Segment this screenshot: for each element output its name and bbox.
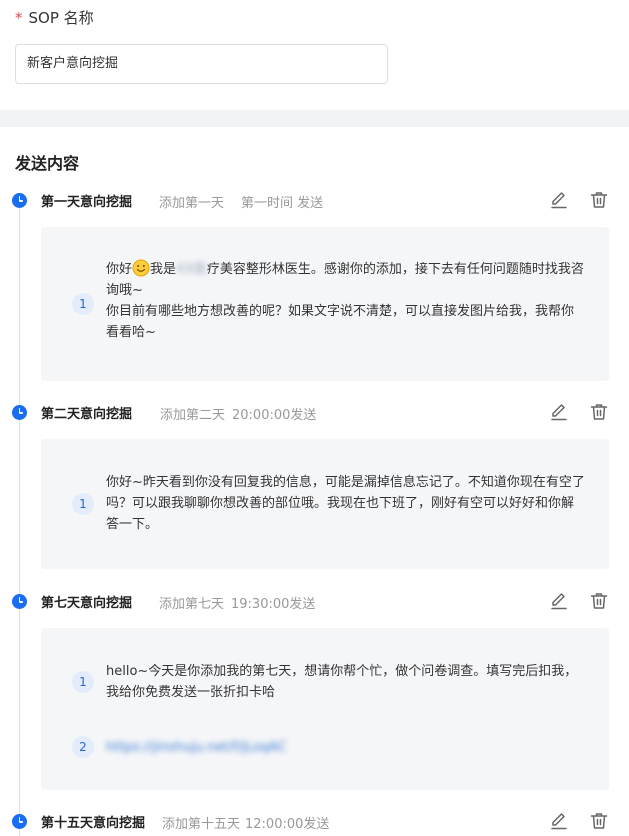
message-card-1: 1 你好 我是XX医疗美容整形林医生。感谢你的添加，接下去有任何问题随时找我咨询哦… (41, 227, 609, 381)
send-content-title: 发送内容 (15, 154, 80, 173)
edit-icon[interactable] (548, 810, 570, 832)
message-card-2: 1 你好~昨天看到你没有回复我的信息，可能是漏掉信息忘记了。不知道你现在有空了吗… (41, 439, 609, 569)
clock-icon (12, 814, 27, 829)
clock-icon (12, 594, 27, 609)
required-mark: * (15, 9, 23, 27)
message-text[interactable]: 你好 我是XX医疗美容整形林医生。感谢你的添加，接下去有任何问题随时找我咨询哦~ … (106, 259, 586, 343)
clock-icon (12, 405, 27, 420)
timeline-line (19, 200, 20, 836)
sop-name-input[interactable]: 新客户意向挖掘 (15, 44, 388, 84)
message-number: 2 (72, 736, 94, 758)
blurred-text: XX医 (176, 262, 207, 277)
day-header-1: 第一天意向挖掘 添加第一天 第一时间 发送 (0, 187, 629, 213)
trash-icon[interactable] (588, 401, 610, 423)
edit-icon[interactable] (548, 401, 570, 423)
day-add-label: 添加第七天 (159, 597, 225, 612)
day-header-15: 第十五天意向挖掘 添加第十五天 12:00:00发送 (0, 808, 629, 834)
day-add-label: 添加第二天 (160, 408, 226, 423)
day-title: 第十五天意向挖掘 (41, 816, 146, 831)
day-add-label: 添加第一天 (159, 196, 225, 211)
smile-emoji-icon (132, 259, 150, 277)
message-text[interactable]: hello~今天是你添加我的第七天，想请你帮个忙，做个问卷调查。填写完后扣我，我… (106, 661, 586, 703)
clock-icon (12, 193, 27, 208)
sop-name-section: * SOP 名称 新客户意向挖掘 (0, 0, 629, 110)
day-time-label: 第一时间 发送 (241, 196, 324, 211)
day-header-2: 第二天意向挖掘 添加第二天 20:00:00发送 (0, 399, 629, 425)
day-time-label: 20:00:00发送 (232, 408, 317, 423)
day-header-7: 第七天意向挖掘 添加第七天 19:30:00发送 (0, 588, 629, 614)
sop-name-label-text: SOP 名称 (28, 9, 94, 27)
message-link[interactable]: https://jinshuju.net/f/jLoqAC (106, 737, 586, 758)
day-time-label: 19:30:00发送 (231, 597, 316, 612)
trash-icon[interactable] (588, 590, 610, 612)
trash-icon[interactable] (588, 810, 610, 832)
message-text[interactable]: 你好~昨天看到你没有回复我的信息，可能是漏掉信息忘记了。不知道你现在有空了吗？可… (106, 472, 586, 535)
day-title: 第二天意向挖掘 (41, 407, 133, 422)
day-title: 第七天意向挖掘 (41, 596, 133, 611)
message-text-pre: 你好 (106, 262, 133, 277)
day-title: 第一天意向挖掘 (41, 195, 133, 210)
day-time-label: 12:00:00发送 (245, 817, 330, 832)
message-text-mid: 我是 (150, 262, 177, 277)
section-divider (0, 110, 629, 127)
edit-icon[interactable] (548, 189, 570, 211)
message-number: 1 (72, 493, 94, 515)
day-add-label: 添加第十五天 (162, 817, 241, 832)
trash-icon[interactable] (588, 189, 610, 211)
message-card-7: 1 hello~今天是你添加我的第七天，想请你帮个忙，做个问卷调查。填写完后扣我… (41, 628, 609, 790)
edit-icon[interactable] (548, 590, 570, 612)
sop-name-label: * SOP 名称 (15, 7, 94, 28)
message-number: 1 (72, 293, 94, 315)
message-number: 1 (72, 671, 94, 693)
